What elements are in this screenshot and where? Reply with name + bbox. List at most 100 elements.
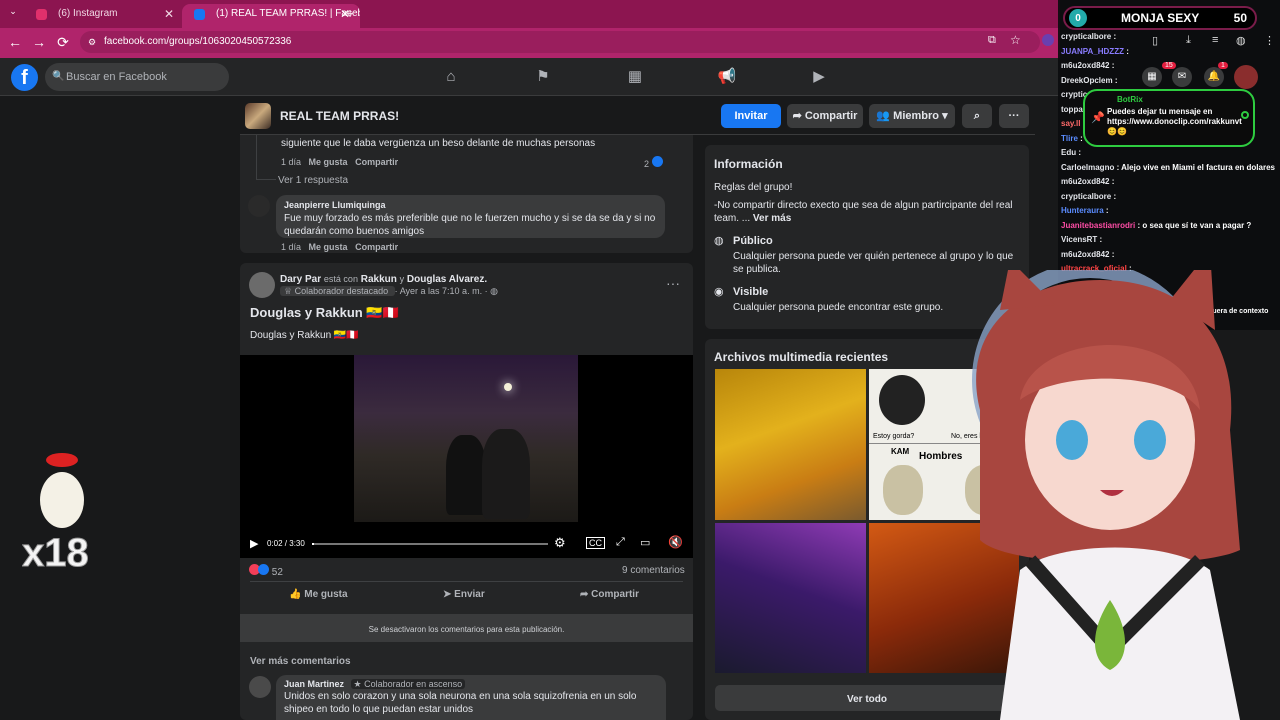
chat-username[interactable]: crypticalbore: [1061, 32, 1111, 41]
chat-message: m6u2oxd842 :: [1061, 177, 1114, 186]
site-info-icon[interactable]: ⚙: [88, 31, 96, 53]
profile-icon[interactable]: ◍: [1236, 34, 1246, 47]
account-avatar[interactable]: [1234, 65, 1258, 89]
install-icon[interactable]: ⧉: [988, 34, 996, 47]
member-dropdown[interactable]: 👥 Miembro ▾: [869, 104, 955, 128]
settings-gear-icon[interactable]: ⚙: [554, 535, 566, 551]
pages-flag-icon[interactable]: ⚑: [532, 66, 554, 88]
tagged-user-1[interactable]: Rakkun: [361, 274, 397, 285]
visible-title: Visible: [733, 286, 769, 298]
menu-grid-icon[interactable]: ▦: [1142, 67, 1162, 87]
street-light: [504, 383, 512, 391]
home-icon[interactable]: ⌂: [440, 66, 462, 88]
chat-username[interactable]: VicensRT: [1061, 235, 1097, 244]
search-input[interactable]: 🔍 Buscar en Facebook: [45, 63, 229, 91]
chat-username[interactable]: Carloelmagno: [1061, 163, 1114, 172]
pip-icon[interactable]: ▭: [640, 536, 650, 549]
view-replies-link[interactable]: Ver 1 respuesta: [278, 175, 348, 186]
group-search-button[interactable]: ⌕: [962, 104, 992, 128]
invite-button[interactable]: Invitar: [721, 104, 781, 128]
chat-username[interactable]: DreekOpclem: [1061, 76, 1113, 85]
tab-list-icon[interactable]: ⌄: [6, 6, 20, 20]
video-icon[interactable]: ▶: [808, 66, 830, 88]
post-header-line: Dary Par está con Rakkun y Douglas Alvar…: [280, 273, 487, 286]
facebook-icon: [194, 9, 205, 20]
ads-megaphone-icon[interactable]: 📢: [716, 66, 738, 88]
chat-username[interactable]: say.ll: [1061, 119, 1080, 128]
chat-username[interactable]: m6u2oxd842: [1061, 61, 1109, 70]
close-tab-icon[interactable]: ✕: [164, 4, 174, 24]
badge-icon: ♕: [284, 286, 295, 296]
chat-username[interactable]: JUANPA_HDZZZ: [1061, 47, 1124, 56]
video-player[interactable]: ▶ 0:02 / 3:30 ⚙ CC ⤢ ▭ 🔇: [240, 355, 693, 558]
video-time: 0:02 / 3:30: [267, 539, 305, 548]
sidebar-icon[interactable]: ▯: [1152, 34, 1158, 47]
people-icon: 👥: [876, 110, 894, 122]
play-icon[interactable]: ▶: [250, 537, 258, 550]
view-more-comments-link[interactable]: Ver más comentarios: [250, 656, 351, 667]
tab-instagram[interactable]: (6) Instagram ✕: [24, 4, 184, 28]
chat-username[interactable]: m6u2oxd842: [1061, 177, 1109, 186]
chat-message: VicensRT :: [1061, 235, 1102, 244]
send-button[interactable]: ➤ Enviar: [443, 589, 485, 600]
messenger-icon[interactable]: ✉: [1172, 67, 1192, 87]
see-more-link[interactable]: Ver más: [753, 213, 791, 224]
poll-left-count: 0: [1069, 9, 1087, 27]
author-avatar[interactable]: [249, 272, 275, 298]
chat-username[interactable]: Hunteraura: [1061, 206, 1104, 215]
reload-icon[interactable]: ⟳: [54, 33, 72, 51]
like-button[interactable]: 👍 Me gusta: [289, 589, 348, 600]
mute-icon[interactable]: 🔇: [668, 535, 683, 549]
tab-facebook-group[interactable]: (1) REAL TEAM PRRAS! | Faceb ✕: [182, 4, 360, 28]
pin-icon: 📌: [1091, 112, 1105, 124]
notifications-icon[interactable]: 🔔: [1204, 67, 1224, 87]
post-menu-icon[interactable]: ···: [666, 275, 680, 291]
avatar[interactable]: [249, 676, 271, 698]
dashboard-icon[interactable]: ▦: [624, 66, 646, 88]
media-thumb-anime[interactable]: [715, 523, 866, 673]
url-bar[interactable]: ⚙ facebook.com/groups/1063020450572336: [80, 31, 1040, 53]
see-all-label: Ver todo: [846, 694, 887, 705]
like-link[interactable]: Me gusta: [309, 242, 348, 252]
like-link[interactable]: Me gusta: [309, 157, 348, 167]
group-name[interactable]: REAL TEAM PRRAS!: [280, 109, 399, 123]
chat-username[interactable]: m6u2oxd842: [1061, 250, 1109, 259]
share-group-button[interactable]: ➦ Compartir: [787, 104, 863, 128]
facebook-logo[interactable]: f: [11, 64, 38, 91]
more-options-button[interactable]: ···: [999, 104, 1029, 128]
back-icon[interactable]: ←: [6, 33, 24, 51]
person-silhouette: [482, 429, 530, 519]
chat-username[interactable]: Juanitebastianrodri: [1061, 221, 1135, 230]
video-progress-track[interactable]: [312, 543, 548, 545]
forward-icon[interactable]: →: [30, 33, 48, 51]
tagged-user-2[interactable]: Douglas Alvarez.: [407, 274, 487, 285]
bookmark-star-icon[interactable]: ☆: [1010, 33, 1021, 47]
media-thumb-food[interactable]: [715, 369, 866, 520]
download-icon[interactable]: ⤓: [1186, 34, 1191, 47]
chat-text: :: [1077, 133, 1083, 143]
chat-username[interactable]: Edu: [1061, 148, 1076, 157]
kebab-menu-icon[interactable]: ⋮: [1264, 34, 1275, 47]
captions-icon[interactable]: CC: [586, 537, 605, 549]
share-button[interactable]: ➦ Compartir: [580, 589, 639, 600]
comment-author[interactable]: Juan Martinez: [284, 679, 344, 689]
share-link[interactable]: Compartir: [355, 157, 398, 167]
comment-author[interactable]: Jeanpierre Llumiquinga: [284, 199, 657, 212]
chevron-down-icon: ▾: [939, 110, 948, 122]
comments-count[interactable]: 9 comentarios: [622, 565, 685, 576]
avatar[interactable]: [248, 195, 270, 217]
chat-username[interactable]: crypticalbore: [1061, 192, 1111, 201]
media-control-icon[interactable]: ≡: [1212, 34, 1218, 46]
public-title: Público: [733, 235, 773, 247]
post-author[interactable]: Dary Par: [280, 274, 321, 285]
extension-icon[interactable]: [1042, 34, 1054, 46]
post-time[interactable]: Ayer a las 7:10 a. m.: [400, 286, 482, 296]
new-tab-button[interactable]: +: [346, 5, 354, 21]
tab-title: (6) Instagram: [58, 8, 118, 19]
group-thumbnail[interactable]: [245, 103, 271, 129]
reaction-summary[interactable]: 52: [249, 564, 283, 578]
chat-text: :: [1112, 75, 1118, 85]
fullscreen-icon[interactable]: ⤢: [616, 536, 625, 549]
chat-username[interactable]: Tlire: [1061, 134, 1078, 143]
share-link[interactable]: Compartir: [355, 242, 398, 252]
